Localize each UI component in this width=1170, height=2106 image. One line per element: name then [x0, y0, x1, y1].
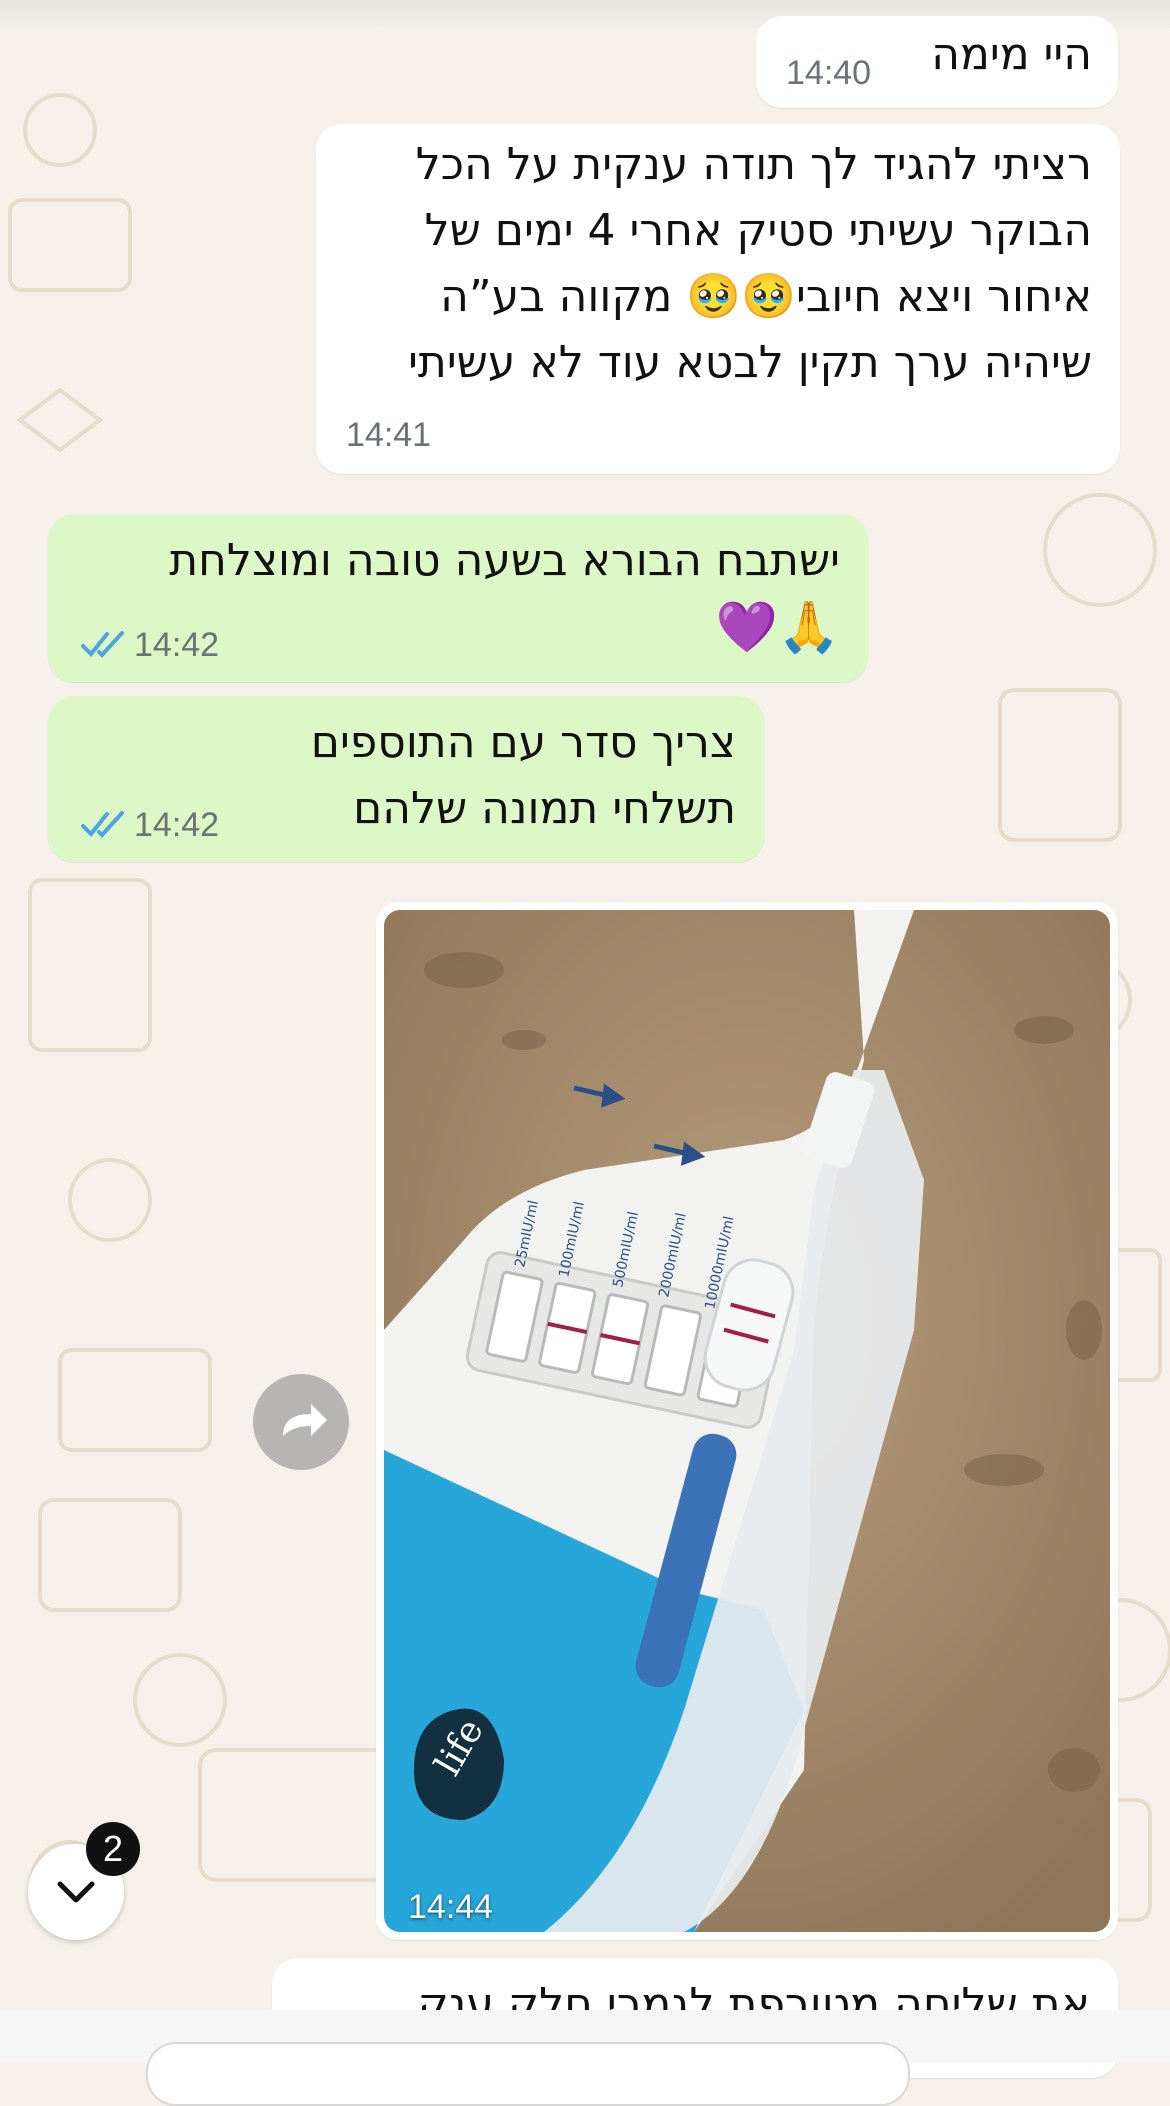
unread-count-badge: 2 — [86, 1822, 140, 1876]
image-message-bubble[interactable]: life 25mIU/ml 100mIU/ml 500mIU/ml 2000mI… — [376, 902, 1118, 1940]
message-text-line: איחור ויצא חיובי🥹🥹 מקווה בע”ה — [440, 271, 1092, 322]
outgoing-message-bubble[interactable]: צריך סדר עם התוספים תשלחי תמונה שלהם 14:… — [48, 696, 764, 862]
message-text-line: שיהיה ערך תקין לבטא עוד לא עשיתי — [408, 337, 1092, 388]
message-input-bar — [0, 2010, 1170, 2106]
message-time: 14:44 — [408, 1888, 494, 1926]
forward-icon — [283, 1404, 327, 1436]
message-time: 14:42 — [134, 806, 220, 844]
incoming-message-bubble[interactable]: היי מימה 14:40 — [756, 16, 1118, 108]
outgoing-message-bubble[interactable]: ישתבח הבורא בשעה טובה ומוצלחת 🙏💜 14:42 — [48, 514, 868, 682]
message-time: 14:40 — [786, 54, 872, 92]
pregnancy-test-photo[interactable]: life 25mIU/ml 100mIU/ml 500mIU/ml 2000mI… — [384, 910, 1110, 1932]
message-time: 14:41 — [346, 416, 432, 454]
message-text-line: תשלחי תמונה שלהם — [353, 783, 736, 834]
message-text-line: צריך סדר עם התוספים — [310, 717, 736, 768]
read-receipt-icon — [81, 811, 124, 838]
forward-button[interactable] — [253, 1374, 349, 1470]
message-text-line: ישתבח הבורא בשעה טובה ומוצלחת — [169, 535, 840, 586]
message-time: 14:42 — [134, 626, 220, 664]
read-receipt-icon — [81, 631, 124, 658]
message-text: היי מימה — [931, 29, 1092, 80]
message-emoji-line: 🙏💜 — [715, 598, 840, 656]
message-text-line: הבוקר עשיתי סטיק אחרי 4 ימים של — [424, 205, 1092, 256]
message-input[interactable] — [146, 2042, 910, 2106]
photo-content: life 25mIU/ml 100mIU/ml 500mIU/ml 2000mI… — [384, 910, 1110, 1932]
incoming-message-bubble[interactable]: רציתי להגיד לך תודה ענקית על הכל הבוקר ע… — [316, 124, 1120, 474]
message-text-line: רציתי להגיד לך תודה ענקית על הכל — [415, 139, 1092, 190]
